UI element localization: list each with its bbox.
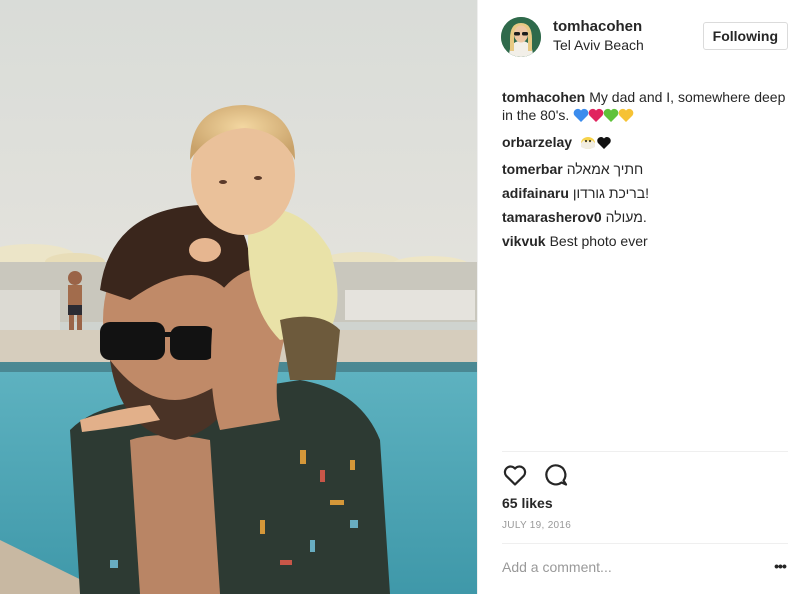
avatar-image bbox=[501, 17, 541, 57]
post-caption: tomhacohen My dad and I, somewhere deep i… bbox=[502, 88, 792, 127]
comment-username[interactable]: vikvuk bbox=[502, 233, 546, 249]
comment-username[interactable]: adifainaru bbox=[502, 185, 569, 201]
comment-emojis bbox=[580, 134, 612, 154]
more-options-icon[interactable]: ••• bbox=[770, 556, 790, 576]
comment-text: מעולה. bbox=[605, 209, 647, 225]
vintage-photo-father-and-child bbox=[0, 0, 477, 594]
post-side-panel: tomhacohen Tel Aviv Beach Following tomh… bbox=[477, 0, 809, 594]
chick-and-heart-icon bbox=[580, 137, 611, 149]
like-heart-outline bbox=[503, 465, 527, 486]
author-avatar[interactable] bbox=[501, 17, 541, 57]
following-button[interactable]: Following bbox=[702, 22, 788, 50]
comments-list: tomhacohen My dad and I, somewhere deep i… bbox=[502, 88, 792, 256]
instagram-post: tomhacohen Tel Aviv Beach Following tomh… bbox=[0, 0, 809, 594]
heart-icon[interactable] bbox=[502, 462, 528, 488]
comment-bubble-icon[interactable] bbox=[543, 462, 569, 488]
post-photo[interactable] bbox=[0, 0, 477, 594]
add-comment-input[interactable] bbox=[502, 559, 732, 575]
heart-emojis bbox=[573, 107, 635, 127]
caption-username[interactable]: tomhacohen bbox=[502, 89, 585, 105]
comment-username[interactable]: tomerbar bbox=[502, 161, 563, 177]
actions-divider bbox=[502, 451, 788, 452]
comment-item: tamarasherov0 מעולה. bbox=[502, 208, 792, 226]
comment-username[interactable]: orbarzelay bbox=[502, 134, 572, 150]
comment-text: Best photo ever bbox=[549, 233, 648, 249]
post-date[interactable]: July 19, 2016 bbox=[502, 520, 571, 531]
comment-text: חתיך אמאלה bbox=[566, 161, 644, 177]
post-header: tomhacohen Tel Aviv Beach Following bbox=[478, 0, 809, 72]
comment-divider bbox=[502, 543, 788, 544]
author-username[interactable]: tomhacohen bbox=[553, 18, 642, 35]
comment-item: tomerbar חתיך אמאלה bbox=[502, 160, 792, 178]
comment-text: בריכת גורדון! bbox=[572, 185, 649, 201]
comment-item: vikvuk Best photo ever bbox=[502, 232, 792, 250]
colored-hearts-icon bbox=[573, 108, 634, 122]
post-location[interactable]: Tel Aviv Beach bbox=[553, 37, 644, 53]
comment-item: adifainaru בריכת גורדון! bbox=[502, 184, 792, 202]
comment-bubble-outline bbox=[545, 464, 568, 486]
comment-item: orbarzelay bbox=[502, 133, 792, 154]
likes-count[interactable]: 65 likes bbox=[502, 495, 553, 511]
comment-username[interactable]: tamarasherov0 bbox=[502, 209, 602, 225]
